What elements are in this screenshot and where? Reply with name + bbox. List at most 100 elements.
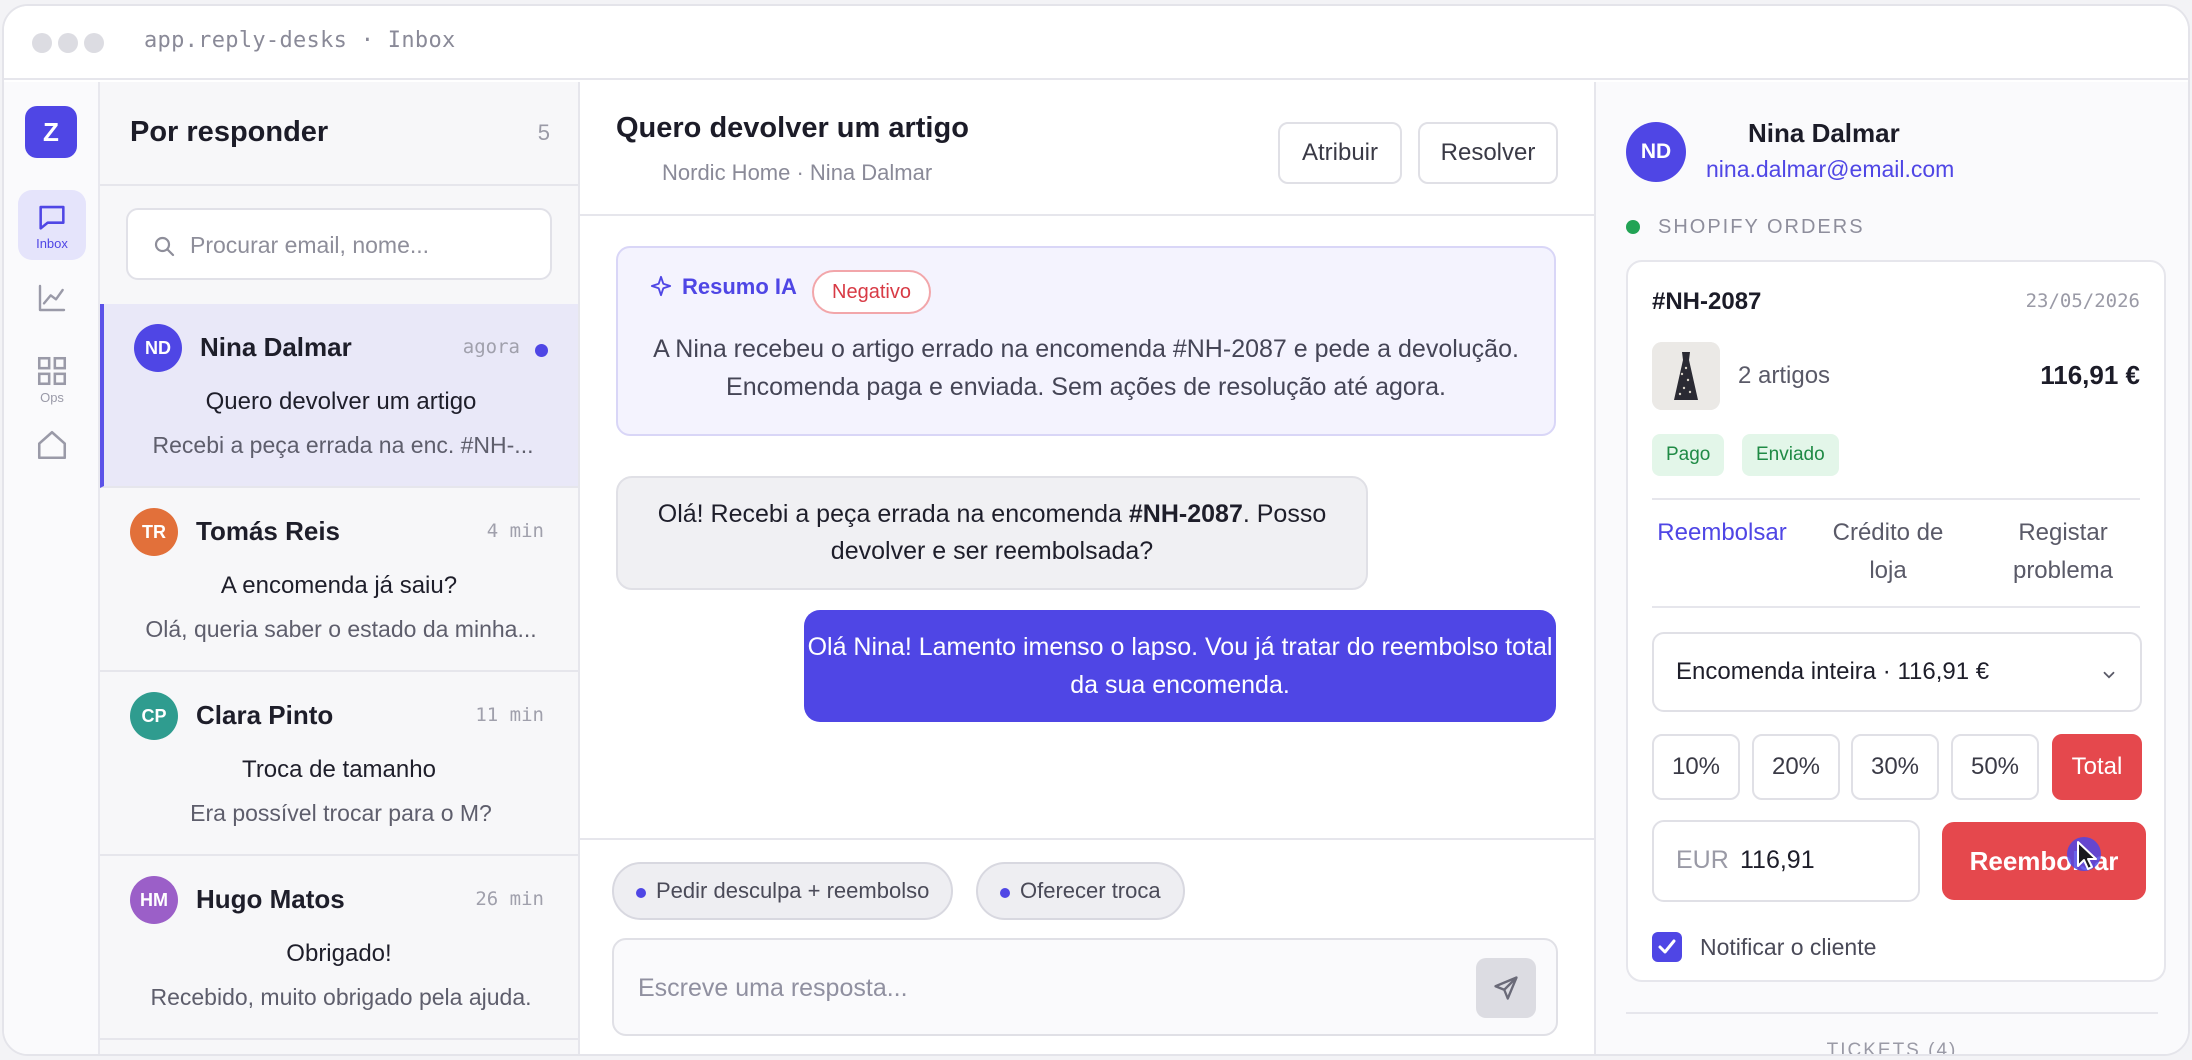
- notify-label: Notificar o cliente: [1700, 934, 1877, 960]
- order-id: #NH-2087: [1652, 288, 1762, 315]
- percent-option-total[interactable]: Total: [2052, 734, 2142, 800]
- conversation-item[interactable]: ND Nina Dalmar agora Quero devolver um a…: [100, 304, 578, 488]
- notify-checkbox[interactable]: [1652, 932, 1682, 962]
- list-title: Por responder: [130, 116, 329, 148]
- search-icon: [154, 236, 175, 257]
- refund-amount-value: 116,91: [1740, 846, 1815, 874]
- percent-option-10[interactable]: 10%: [1652, 734, 1740, 800]
- avatar: HM: [130, 876, 178, 924]
- percent-option-30[interactable]: 30%: [1851, 734, 1939, 800]
- window-close-dot[interactable]: [32, 33, 52, 53]
- nav-rail: Z Inbox Ops: [4, 82, 100, 1054]
- title-bar: app.reply-desks · Inbox: [4, 6, 2188, 80]
- conversation-item[interactable]: HM Hugo Matos 26 min Obrigado! Recebido,…: [100, 856, 578, 1040]
- avatar: ND: [1626, 122, 1686, 182]
- tickets-section-label: TICKETS (4): [1826, 1040, 1958, 1056]
- avatar: TR: [130, 508, 178, 556]
- order-date: 23/05/2026: [2025, 290, 2140, 312]
- conversation-subject: Quero devolver um artigo: [205, 388, 477, 415]
- suggestion-chip[interactable]: Pedir desculpa + reembolso: [612, 862, 954, 920]
- incoming-message: Olá! Recebi a peça errada na encomenda #…: [616, 476, 1368, 590]
- unread-indicator: [535, 344, 548, 357]
- avatar: ND: [134, 324, 182, 372]
- conversation-preview: Olá, queria saber o estado da minha...: [145, 616, 537, 642]
- list-count: 5: [537, 120, 550, 145]
- refund-button[interactable]: Reembolsar: [1942, 822, 2146, 900]
- divider: [1652, 498, 2140, 500]
- reply-input[interactable]: [638, 968, 1398, 1008]
- rail-item-inbox[interactable]: Inbox: [18, 190, 86, 260]
- message-text: Olá! Recebi a peça errada na encomenda: [657, 500, 1129, 528]
- window-minimize-dot[interactable]: [58, 33, 78, 53]
- divider: [1652, 606, 2140, 608]
- conversation-subject: Troca de tamanho: [242, 756, 436, 783]
- mouse-cursor-icon: [2067, 837, 2101, 871]
- percent-option-20[interactable]: 20%: [1752, 734, 1840, 800]
- ai-summary-title: Resumo IA: [650, 274, 797, 300]
- outgoing-message: Olá Nina! Lamento imenso o lapso. Vou já…: [804, 610, 1556, 722]
- rail-label-ops: Ops: [40, 390, 64, 405]
- shipping-status-badge: Enviado: [1742, 434, 1839, 476]
- sentiment-badge: Negativo: [812, 270, 931, 314]
- resolve-button[interactable]: Resolver: [1418, 122, 1558, 184]
- rail-label-inbox: Inbox: [36, 236, 68, 251]
- customer-email[interactable]: nina.dalmar@email.com: [1706, 156, 1954, 183]
- conversation-item[interactable]: CP Clara Pinto 11 min Troca de tamanho E…: [100, 672, 578, 856]
- home-icon: [37, 430, 67, 460]
- thread-header: Quero devolver um artigo Nordic Home · N…: [580, 82, 1594, 216]
- compose-area: Pedir desculpa + reembolso Oferecer troc…: [580, 838, 1594, 1054]
- refund-scope-value: Encomenda inteira · 116,91 €: [1676, 658, 1990, 685]
- send-icon: [1494, 976, 1518, 1000]
- checkmark-icon: [1658, 939, 1676, 954]
- ai-summary-card: Resumo IA Negativo A Nina recebeu o arti…: [616, 246, 1556, 436]
- order-total: 116,91 €: [2040, 360, 2140, 390]
- ai-summary-label: Resumo IA: [682, 274, 797, 299]
- tab-report-issue[interactable]: Registar problema: [1988, 514, 2138, 590]
- rail-item-ops[interactable]: Ops: [18, 354, 86, 418]
- currency-label: EUR: [1676, 846, 1729, 874]
- order-card: #NH-2087 23/05/2026 2 artigos 116,91 € P…: [1626, 260, 2166, 982]
- conversation-time: 26 min: [475, 888, 544, 910]
- conversation-time: 11 min: [475, 704, 544, 726]
- payment-status-badge: Pago: [1652, 434, 1725, 476]
- search-input[interactable]: [190, 226, 530, 264]
- conversation-time: agora: [462, 336, 520, 358]
- window-url: app.reply-desks · Inbox: [144, 28, 456, 53]
- product-thumbnail: [1652, 342, 1720, 410]
- refund-scope-select[interactable]: Encomenda inteira · 116,91 €: [1652, 632, 2142, 712]
- ai-summary-text: A Nina recebeu o artigo errado na encome…: [653, 335, 1519, 401]
- customer-name: Nina Dalmar: [1748, 118, 1900, 148]
- conversation-subject: A encomenda já saiu?: [220, 572, 458, 599]
- order-reference: #NH-2087: [1128, 500, 1243, 528]
- refund-amount-field[interactable]: EUR 116,91: [1652, 820, 1920, 902]
- list-header: Por responder 5: [100, 82, 578, 186]
- conversation-list: Por responder 5 ND Nina Dalmar agora Que…: [100, 82, 580, 1054]
- workspace-logo[interactable]: Z: [25, 106, 77, 158]
- percent-option-50[interactable]: 50%: [1951, 734, 2039, 800]
- conversation-preview: Era possível trocar para o M?: [190, 800, 492, 826]
- tab-refund[interactable]: Reembolsar: [1652, 514, 1792, 552]
- compose-box: [612, 938, 1558, 1036]
- tab-store-credit[interactable]: Crédito de loja: [1818, 514, 1958, 590]
- rail-item-analytics[interactable]: [18, 282, 86, 322]
- app-window: app.reply-desks · Inbox Z Inbox Ops Por …: [2, 4, 2190, 1056]
- grid-icon: [37, 356, 67, 386]
- conversation-preview: Recebi a peça errada na enc. #NH-...: [152, 432, 534, 458]
- avatar: CP: [130, 692, 178, 740]
- thread-title: Quero devolver um artigo: [616, 112, 969, 144]
- order-item-count: 2 artigos: [1738, 362, 1831, 389]
- conversation-thread: Quero devolver um artigo Nordic Home · N…: [580, 82, 1594, 1054]
- rail-item-home[interactable]: [18, 428, 86, 468]
- assign-button[interactable]: Atribuir: [1278, 122, 1402, 184]
- orders-section-label: SHOPIFY ORDERS: [1658, 216, 1865, 238]
- window-maximize-dot[interactable]: [84, 33, 104, 53]
- customer-panel: ND Nina Dalmar nina.dalmar@email.com SHO…: [1594, 82, 2188, 1054]
- conversation-name: Clara Pinto: [196, 700, 334, 730]
- conversation-subject: Obrigado!: [286, 940, 392, 967]
- chart-icon: [38, 284, 66, 312]
- suggestion-chip[interactable]: Oferecer troca: [976, 862, 1185, 920]
- conversation-name: Tomás Reis: [196, 516, 341, 546]
- conversation-item[interactable]: TR Tomás Reis 4 min A encomenda já saiu?…: [100, 488, 578, 672]
- connection-status-dot: [1626, 220, 1640, 234]
- send-button[interactable]: [1476, 958, 1536, 1018]
